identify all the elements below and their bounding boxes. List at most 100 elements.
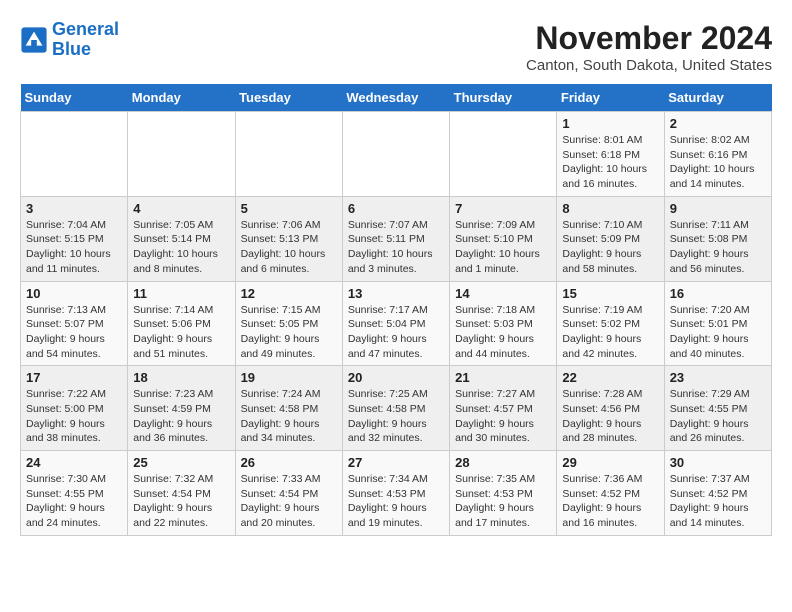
day-number: 29 [562,455,658,470]
day-info: Sunrise: 7:20 AM Sunset: 5:01 PM Dayligh… [670,303,766,362]
day-number: 20 [348,370,444,385]
day-info: Sunrise: 8:02 AM Sunset: 6:16 PM Dayligh… [670,133,766,192]
day-number: 19 [241,370,337,385]
day-info: Sunrise: 7:23 AM Sunset: 4:59 PM Dayligh… [133,387,229,446]
day-number: 4 [133,201,229,216]
weekday-header: Wednesday [342,84,449,112]
day-info: Sunrise: 7:37 AM Sunset: 4:52 PM Dayligh… [670,472,766,531]
day-info: Sunrise: 7:18 AM Sunset: 5:03 PM Dayligh… [455,303,551,362]
day-info: Sunrise: 7:06 AM Sunset: 5:13 PM Dayligh… [241,218,337,277]
day-info: Sunrise: 7:28 AM Sunset: 4:56 PM Dayligh… [562,387,658,446]
calendar-cell [21,112,128,197]
calendar-cell: 12Sunrise: 7:15 AM Sunset: 5:05 PM Dayli… [235,281,342,366]
day-number: 30 [670,455,766,470]
day-number: 18 [133,370,229,385]
day-info: Sunrise: 7:35 AM Sunset: 4:53 PM Dayligh… [455,472,551,531]
calendar-cell: 10Sunrise: 7:13 AM Sunset: 5:07 PM Dayli… [21,281,128,366]
calendar-cell: 15 Sunrise: 7:19 AM Sunset: 5:02 PM Dayli… [557,281,664,366]
calendar-cell [235,112,342,197]
day-info: Sunrise: 7:09 AM Sunset: 5:10 PM Dayligh… [455,218,551,277]
calendar-cell: 14 Sunrise: 7:18 AM Sunset: 5:03 PM Dayli… [450,281,557,366]
weekday-header: Thursday [450,84,557,112]
day-number: 17 [26,370,122,385]
day-info: Sunrise: 7:27 AM Sunset: 4:57 PM Dayligh… [455,387,551,446]
day-number: 3 [26,201,122,216]
calendar-cell: 18 Sunrise: 7:23 AM Sunset: 4:59 PM Dayli… [128,366,235,451]
calendar-cell: 22 Sunrise: 7:28 AM Sunset: 4:56 PM Dayli… [557,366,664,451]
logo-text: General Blue [52,20,119,60]
day-info: Sunrise: 7:25 AM Sunset: 4:58 PM Dayligh… [348,387,444,446]
calendar-cell: 9 Sunrise: 7:11 AM Sunset: 5:08 PM Daylig… [664,196,771,281]
calendar-cell: 29Sunrise: 7:36 AM Sunset: 4:52 PM Dayli… [557,451,664,536]
calendar-cell: 19 Sunrise: 7:24 AM Sunset: 4:58 PM Dayli… [235,366,342,451]
weekday-header: Tuesday [235,84,342,112]
day-info: Sunrise: 7:32 AM Sunset: 4:54 PM Dayligh… [133,472,229,531]
calendar-cell: 20 Sunrise: 7:25 AM Sunset: 4:58 PM Dayli… [342,366,449,451]
day-info: Sunrise: 7:14 AM Sunset: 5:06 PM Dayligh… [133,303,229,362]
calendar-cell: 3Sunrise: 7:04 AM Sunset: 5:15 PM Daylig… [21,196,128,281]
day-info: Sunrise: 7:22 AM Sunset: 5:00 PM Dayligh… [26,387,122,446]
calendar-cell: 23 Sunrise: 7:29 AM Sunset: 4:55 PM Dayli… [664,366,771,451]
day-number: 25 [133,455,229,470]
calendar-cell: 27 Sunrise: 7:34 AM Sunset: 4:53 PM Dayli… [342,451,449,536]
day-number: 22 [562,370,658,385]
day-number: 11 [133,286,229,301]
day-number: 13 [348,286,444,301]
day-number: 5 [241,201,337,216]
page-title: November 2024 [526,20,772,57]
day-number: 23 [670,370,766,385]
day-number: 12 [241,286,337,301]
weekday-header: Sunday [21,84,128,112]
calendar-cell [450,112,557,197]
calendar-cell: 16 Sunrise: 7:20 AM Sunset: 5:01 PM Dayli… [664,281,771,366]
page-header: General Blue November 2024 Canton, South… [20,20,772,74]
day-info: Sunrise: 7:07 AM Sunset: 5:11 PM Dayligh… [348,218,444,277]
calendar-cell: 24 Sunrise: 7:30 AM Sunset: 4:55 PM Dayli… [21,451,128,536]
day-info: Sunrise: 7:30 AM Sunset: 4:55 PM Dayligh… [26,472,122,531]
day-number: 8 [562,201,658,216]
calendar-cell: 26Sunrise: 7:33 AM Sunset: 4:54 PM Dayli… [235,451,342,536]
calendar-cell: 8 Sunrise: 7:10 AM Sunset: 5:09 PM Daylig… [557,196,664,281]
calendar-cell: 25 Sunrise: 7:32 AM Sunset: 4:54 PM Dayli… [128,451,235,536]
calendar-cell: 1 Sunrise: 8:01 AM Sunset: 6:18 PM Daylig… [557,112,664,197]
day-info: Sunrise: 7:33 AM Sunset: 4:54 PM Dayligh… [241,472,337,531]
day-number: 10 [26,286,122,301]
day-info: Sunrise: 7:11 AM Sunset: 5:08 PM Dayligh… [670,218,766,277]
day-number: 2 [670,116,766,131]
weekday-header: Monday [128,84,235,112]
logo: General Blue [20,20,119,60]
day-info: Sunrise: 7:29 AM Sunset: 4:55 PM Dayligh… [670,387,766,446]
calendar-cell [342,112,449,197]
calendar-cell: 6 Sunrise: 7:07 AM Sunset: 5:11 PM Daylig… [342,196,449,281]
calendar-cell: 11 Sunrise: 7:14 AM Sunset: 5:06 PM Dayli… [128,281,235,366]
weekday-header: Friday [557,84,664,112]
calendar-cell: 21Sunrise: 7:27 AM Sunset: 4:57 PM Dayli… [450,366,557,451]
day-number: 1 [562,116,658,131]
day-info: Sunrise: 8:01 AM Sunset: 6:18 PM Dayligh… [562,133,658,192]
day-number: 15 [562,286,658,301]
day-number: 28 [455,455,551,470]
day-number: 7 [455,201,551,216]
calendar-cell [128,112,235,197]
weekday-header: Saturday [664,84,771,112]
title-block: November 2024 Canton, South Dakota, Unit… [526,20,772,74]
calendar-cell: 4 Sunrise: 7:05 AM Sunset: 5:14 PM Daylig… [128,196,235,281]
calendar-cell: 2 Sunrise: 8:02 AM Sunset: 6:16 PM Daylig… [664,112,771,197]
calendar-cell: 17 Sunrise: 7:22 AM Sunset: 5:00 PM Dayli… [21,366,128,451]
logo-icon [20,26,48,54]
day-info: Sunrise: 7:24 AM Sunset: 4:58 PM Dayligh… [241,387,337,446]
calendar-cell: 13Sunrise: 7:17 AM Sunset: 5:04 PM Dayli… [342,281,449,366]
calendar-cell: 30 Sunrise: 7:37 AM Sunset: 4:52 PM Dayli… [664,451,771,536]
day-number: 27 [348,455,444,470]
day-info: Sunrise: 7:05 AM Sunset: 5:14 PM Dayligh… [133,218,229,277]
day-info: Sunrise: 7:19 AM Sunset: 5:02 PM Dayligh… [562,303,658,362]
day-info: Sunrise: 7:34 AM Sunset: 4:53 PM Dayligh… [348,472,444,531]
day-number: 6 [348,201,444,216]
day-number: 9 [670,201,766,216]
day-info: Sunrise: 7:10 AM Sunset: 5:09 PM Dayligh… [562,218,658,277]
calendar-cell: 5 Sunrise: 7:06 AM Sunset: 5:13 PM Daylig… [235,196,342,281]
calendar-table: SundayMondayTuesdayWednesdayThursdayFrid… [20,84,772,536]
day-number: 16 [670,286,766,301]
day-number: 24 [26,455,122,470]
day-number: 14 [455,286,551,301]
